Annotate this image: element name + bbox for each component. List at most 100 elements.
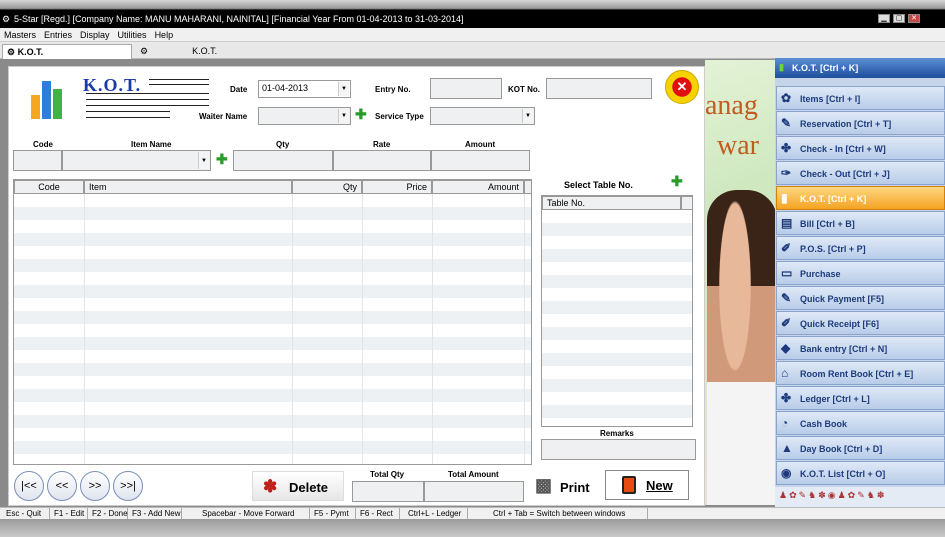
table-row[interactable]	[542, 249, 692, 262]
table-row[interactable]	[542, 379, 692, 392]
next-record-button[interactable]: >>	[80, 471, 110, 501]
table-row[interactable]	[542, 275, 692, 288]
waiter-name-select[interactable]: ▼	[258, 107, 351, 125]
entry-no-label: Entry No.	[375, 85, 411, 94]
maximize-icon[interactable]: ▢	[893, 14, 905, 23]
quick-icons-bar[interactable]: ♟✿✎♞✽◉♟✿✎♞✽	[775, 487, 945, 507]
menu-entries[interactable]: Entries	[40, 28, 76, 41]
sidebar-item[interactable]: ✎ Reservation [Ctrl + T]	[776, 111, 945, 135]
last-record-button[interactable]: >>|	[113, 471, 143, 501]
table-row[interactable]	[14, 389, 531, 402]
sidebar-item[interactable]: ✐ P.O.S. [Ctrl + P]	[776, 236, 945, 260]
tab-bar: ⚙ K.O.T. ⚙ K.O.T.	[0, 42, 945, 59]
table-row[interactable]	[542, 340, 692, 353]
menu-masters[interactable]: Masters	[0, 28, 40, 41]
close-window-icon[interactable]: ✕	[908, 14, 920, 23]
table-row[interactable]	[14, 298, 531, 311]
date-field[interactable]: 01-04-2013 ▼	[258, 80, 351, 98]
sidebar-item[interactable]: ✤ Check - In [Ctrl + W]	[776, 136, 945, 160]
print-button[interactable]: ▩ Print	[531, 471, 599, 501]
table-row[interactable]	[542, 314, 692, 327]
chevron-down-icon[interactable]: ▼	[338, 82, 349, 96]
add-table-icon[interactable]: ✚	[671, 174, 683, 188]
sidebar-item[interactable]: ▮ K.O.T. [Ctrl + K]	[776, 186, 945, 210]
table-row[interactable]	[542, 210, 692, 223]
table-row[interactable]	[14, 363, 531, 376]
table-row[interactable]	[14, 285, 531, 298]
chevron-down-icon[interactable]: ▼	[338, 109, 349, 123]
table-row[interactable]	[542, 353, 692, 366]
sidebar-item[interactable]: ◆ Bank entry [Ctrl + N]	[776, 336, 945, 360]
table-row[interactable]	[14, 428, 531, 441]
menu-utilities[interactable]: Utilities	[114, 28, 151, 41]
entry-no-field[interactable]	[430, 78, 502, 99]
table-row[interactable]	[542, 327, 692, 340]
table-header-spacer	[681, 196, 692, 210]
qty-input[interactable]	[233, 150, 333, 171]
amount-input[interactable]	[431, 150, 530, 171]
table-row[interactable]	[542, 418, 692, 426]
table-row[interactable]	[14, 194, 531, 207]
tab-kot-active[interactable]: ⚙ K.O.T.	[2, 44, 132, 59]
sidebar-item-label: Day Book [Ctrl + D]	[800, 444, 883, 454]
sidebar-item[interactable]: ✤ Ledger [Ctrl + L]	[776, 386, 945, 410]
first-record-button[interactable]: |<<	[14, 471, 44, 501]
title-rule	[86, 105, 209, 106]
chevron-down-icon[interactable]: ▼	[522, 109, 533, 123]
sidebar-item-label: Quick Payment [F5]	[800, 294, 885, 304]
kot-no-field[interactable]	[546, 78, 652, 99]
table-row[interactable]	[14, 454, 531, 464]
table-row[interactable]	[14, 311, 531, 324]
table-row[interactable]	[14, 415, 531, 428]
rate-input[interactable]	[333, 150, 431, 171]
tab-kot[interactable]: ⚙ K.O.T.	[136, 44, 256, 59]
sidebar-item[interactable]: ▤ Bill [Ctrl + B]	[776, 211, 945, 235]
table-row[interactable]	[14, 324, 531, 337]
add-item-icon[interactable]: ✚	[216, 152, 228, 166]
items-grid[interactable]: Code Item Qty Price Amount	[13, 179, 532, 465]
table-row[interactable]	[542, 392, 692, 405]
code-input[interactable]	[13, 150, 62, 171]
new-doc-icon	[622, 476, 636, 494]
new-button[interactable]: New	[605, 470, 689, 500]
add-waiter-icon[interactable]: ✚	[355, 107, 367, 121]
sidebar-item[interactable]: ▲ Day Book [Ctrl + D]	[776, 436, 945, 460]
sidebar-item[interactable]: ✑ Check - Out [Ctrl + J]	[776, 161, 945, 185]
menu-display[interactable]: Display	[76, 28, 114, 41]
table-row[interactable]	[14, 402, 531, 415]
delete-button[interactable]: ✽ Delete	[252, 471, 344, 501]
close-form-button[interactable]: ✕	[665, 70, 699, 104]
table-row[interactable]	[542, 236, 692, 249]
menu-help[interactable]: Help	[151, 28, 178, 41]
sidebar-item[interactable]: ✎ Quick Payment [F5]	[776, 286, 945, 310]
table-row[interactable]	[542, 262, 692, 275]
table-row[interactable]	[14, 350, 531, 363]
table-row[interactable]	[542, 301, 692, 314]
previous-record-button[interactable]: <<	[47, 471, 77, 501]
table-row[interactable]	[14, 337, 531, 350]
item-name-select[interactable]: ▼	[62, 150, 211, 171]
table-row[interactable]	[542, 223, 692, 236]
table-row[interactable]	[14, 246, 531, 259]
sidebar-item[interactable]: ⌂ Room Rent Book [Ctrl + E]	[776, 361, 945, 385]
table-row[interactable]	[542, 405, 692, 418]
sidebar-item[interactable]: ✐ Quick Receipt [F6]	[776, 311, 945, 335]
table-row[interactable]	[542, 288, 692, 301]
table-row[interactable]	[14, 220, 531, 233]
table-grid[interactable]: Table No.	[541, 195, 693, 427]
table-row[interactable]	[14, 441, 531, 454]
table-row[interactable]	[14, 272, 531, 285]
sidebar-item[interactable]: ◉ K.O.T. List [Ctrl + O]	[776, 461, 945, 485]
remarks-field[interactable]	[541, 439, 696, 460]
service-type-select[interactable]: ▼	[430, 107, 535, 125]
table-row[interactable]	[14, 376, 531, 389]
sidebar-item[interactable]: ✿ Items [Ctrl + I]	[776, 86, 945, 110]
minimize-icon[interactable]: ▁	[878, 14, 890, 23]
table-row[interactable]	[14, 233, 531, 246]
table-row[interactable]	[14, 259, 531, 272]
table-row[interactable]	[542, 366, 692, 379]
sidebar-item[interactable]: ◔ Cash Book	[776, 411, 945, 435]
table-row[interactable]	[14, 207, 531, 220]
chevron-down-icon[interactable]: ▼	[198, 152, 209, 169]
sidebar-item[interactable]: ▭ Purchase	[776, 261, 945, 285]
